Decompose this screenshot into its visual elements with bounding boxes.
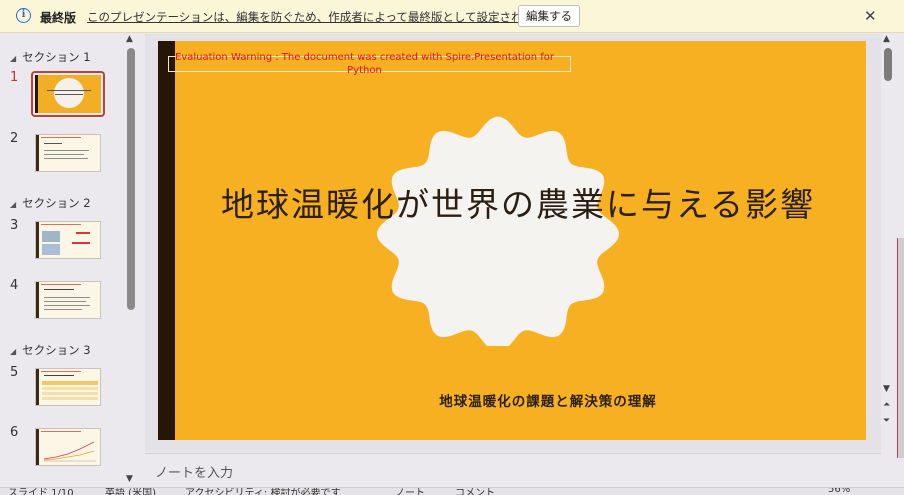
final-version-infobar: i 最終版 このプレゼンテーションは、編集を防ぐため、作成者によって最終版として…	[0, 0, 904, 33]
slide-thumbnail-5[interactable]	[35, 368, 101, 406]
slide-number: 5	[10, 365, 19, 380]
slide-number: 6	[10, 425, 19, 440]
edit-anyway-button[interactable]: 編集する	[518, 5, 580, 27]
slide-number: 1	[10, 70, 19, 85]
scroll-up-arrow-icon[interactable]: ▲	[126, 34, 133, 44]
scrollbar-thumb[interactable]	[127, 48, 135, 310]
collapse-triangle-icon[interactable]: ◢	[10, 347, 16, 356]
slide-thumbnail-6[interactable]	[35, 428, 101, 466]
status-bar: スライド 1/10 英語 (米国) アクセシビリティ: 検討が必要です ノート …	[0, 487, 904, 495]
section-header-1[interactable]: ◢ セクション 1	[10, 49, 91, 65]
slide-subtitle[interactable]: 地球温暖化の課題と解決策の理解	[338, 390, 758, 410]
scroll-down-arrow-icon[interactable]: ▼	[126, 474, 133, 484]
notes-placeholder[interactable]: ノートを入力	[155, 462, 233, 481]
mini-chart-icon	[43, 441, 96, 462]
collapse-triangle-icon[interactable]: ◢	[10, 54, 16, 63]
evaluation-warning: Evaluation Warning : The document was cr…	[175, 52, 554, 76]
slide-number: 3	[10, 218, 19, 233]
current-slide[interactable]: Evaluation Warning : The document was cr…	[158, 41, 866, 440]
slide-number: 4	[10, 278, 19, 293]
slide-editor[interactable]: Evaluation Warning : The document was cr…	[145, 34, 881, 452]
notes-toggle[interactable]: ノート	[395, 488, 425, 495]
slide-title[interactable]: 地球温暖化が世界の農業に与える影響	[198, 185, 838, 225]
slide-thumbnail-pane[interactable]: ◢セクション 1 1 2 ◢セクション 2 3 4 ◢セクション 3 5	[0, 34, 143, 486]
slide-left-bar	[158, 41, 175, 440]
scrollbar-thumb[interactable]	[884, 48, 892, 81]
scroll-down-arrow-icon[interactable]: ▼	[883, 384, 890, 394]
notes-pane[interactable]: ノートを入力	[145, 453, 881, 487]
slide-number: 2	[10, 131, 19, 146]
next-slide-icon[interactable]: ⏷	[883, 416, 890, 426]
section-header-2[interactable]: ◢ セクション 2	[10, 195, 91, 211]
infobar-message-link[interactable]: このプレゼンテーションは、編集を防ぐため、作成者によって最終版として設定されてい…	[87, 9, 579, 25]
infobar-title: 最終版	[40, 11, 77, 25]
section-header-3[interactable]: ◢ セクション 3	[10, 342, 91, 358]
comments-toggle[interactable]: コメント	[455, 488, 495, 495]
slide-count: スライド 1/10	[8, 488, 74, 495]
thumbnail-scrollbar[interactable]: ▲ ▼	[124, 34, 138, 486]
slide-thumbnail-3[interactable]	[35, 221, 101, 259]
slide-thumbnail-2[interactable]	[35, 134, 101, 172]
language-indicator[interactable]: 英語 (米国)	[105, 488, 156, 495]
slide-thumbnail-4[interactable]	[35, 281, 101, 319]
collapse-triangle-icon[interactable]: ◢	[10, 200, 16, 209]
editor-scrollbar[interactable]: ▲ ▼ ⏶ ⏷	[882, 34, 896, 452]
close-infobar-icon[interactable]: ✕	[864, 7, 877, 25]
accessibility-status[interactable]: アクセシビリティ: 検討が必要です	[185, 488, 340, 495]
info-icon: i	[16, 8, 31, 23]
slide-thumbnail-1[interactable]	[35, 75, 101, 113]
scroll-up-arrow-icon[interactable]: ▲	[883, 34, 890, 44]
previous-slide-icon[interactable]: ⏶	[883, 400, 890, 410]
window-edge	[897, 238, 904, 458]
zoom-level[interactable]: 56%	[828, 488, 850, 495]
